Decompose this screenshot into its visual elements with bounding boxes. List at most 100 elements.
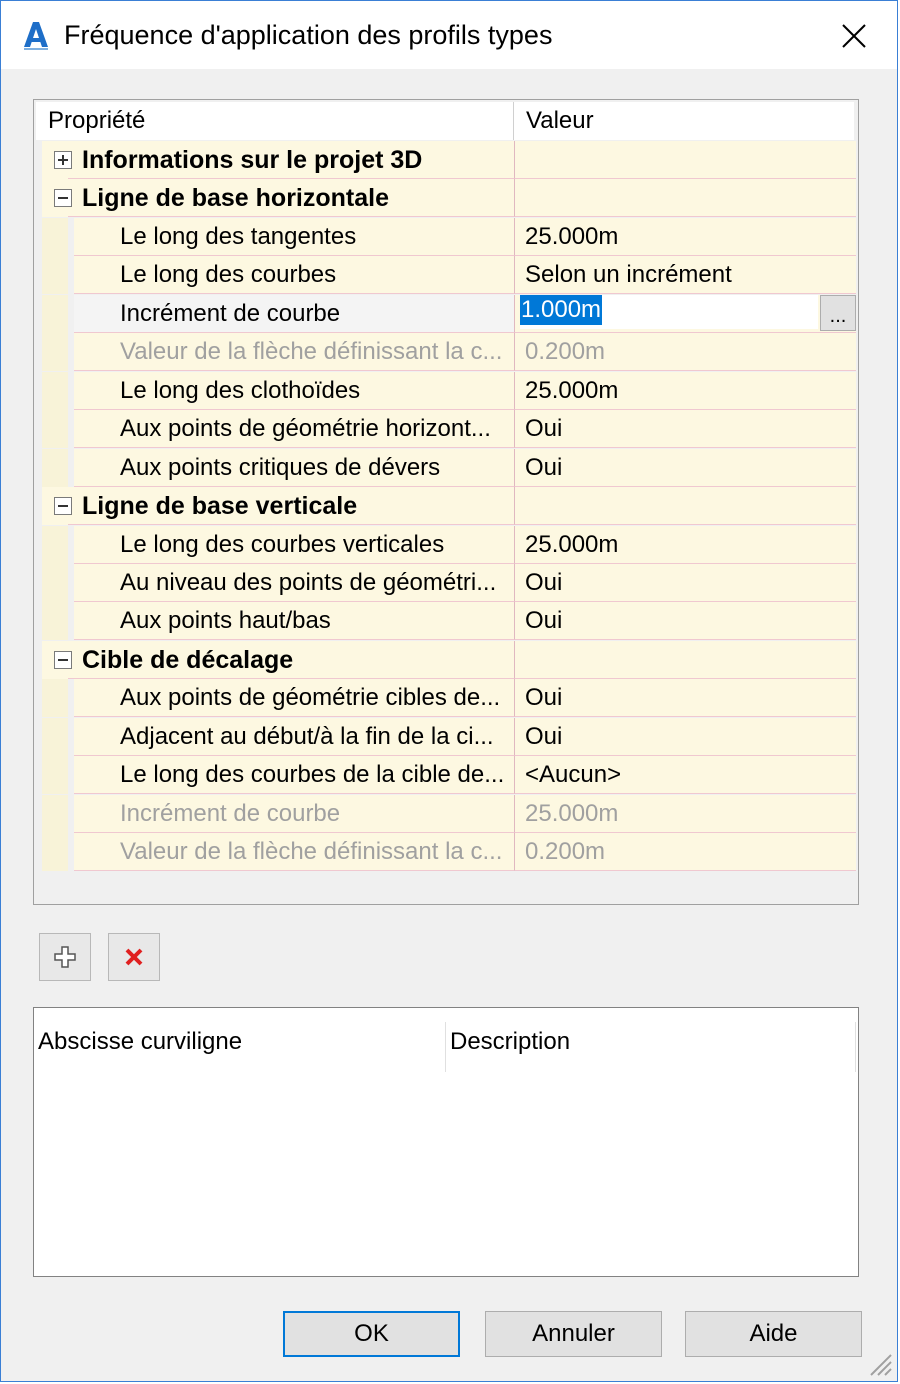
row-indent-margin <box>42 833 68 872</box>
property-label: Incrément de courbe <box>120 799 341 827</box>
row-indent-margin <box>42 371 68 410</box>
value-edit-field[interactable]: 1.000m <box>520 294 818 329</box>
selected-value-text: 1.000m <box>520 294 603 325</box>
column-header-description[interactable]: Description <box>448 1022 856 1072</box>
grid-property-row[interactable]: Au niveau des points de géométri... Oui <box>42 563 856 602</box>
grid-property-row[interactable]: Aux points haut/bas Oui <box>42 602 856 641</box>
row-indent-margin <box>42 333 68 372</box>
grid-category-row[interactable]: Informations sur le projet 3D <box>42 141 856 179</box>
property-label: Au niveau des points de géométri... <box>120 568 497 596</box>
dialog-title: Fréquence d'application des profils type… <box>64 20 553 50</box>
property-value: Oui <box>525 722 563 750</box>
value-cell[interactable] <box>514 448 856 487</box>
property-value: Oui <box>525 415 563 443</box>
property-label: Aux points critiques de dévers <box>120 453 441 481</box>
row-indent-margin <box>42 410 68 449</box>
close-button[interactable] <box>829 11 879 61</box>
column-header-station[interactable]: Abscisse curviligne <box>38 1022 446 1072</box>
property-label: Adjacent au début/à la fin de la ci... <box>120 722 494 750</box>
property-label: Le long des courbes <box>120 261 337 289</box>
grid-property-row[interactable]: Valeur de la flèche définissant la c... 0… <box>42 333 856 372</box>
grid-property-row[interactable]: Aux points de géométrie horizont... Oui <box>42 410 856 449</box>
row-indent-margin <box>42 294 68 333</box>
help-button[interactable]: Aide <box>685 1311 862 1357</box>
collapse-minus-icon[interactable] <box>54 650 72 669</box>
category-label: Ligne de base verticale <box>82 492 358 521</box>
grid-property-row[interactable]: Incrément de courbe 1.000m... <box>42 294 856 333</box>
cancel-button[interactable]: Annuler <box>485 1311 662 1357</box>
property-value: 25.000m <box>525 222 619 250</box>
value-cell[interactable] <box>514 487 856 526</box>
row-indent-margin <box>42 217 68 256</box>
grid-property-row[interactable]: Adjacent au début/à la fin de la ci... Ou… <box>42 717 856 756</box>
property-value: 25.000m <box>525 530 619 558</box>
delete-station-button[interactable] <box>108 933 160 981</box>
property-label: Aux points de géométrie cibles de... <box>120 684 501 712</box>
ellipsis-button[interactable]: ... <box>820 294 856 331</box>
property-value: 25.000m <box>525 799 619 827</box>
grid-property-row[interactable]: Le long des clothoïdes 25.000m <box>42 371 856 410</box>
dialog-window: Fréquence d'application des profils type… <box>0 0 898 1382</box>
property-label: Valeur de la flèche définissant la c... <box>120 338 503 366</box>
category-label: Cible de décalage <box>82 645 294 674</box>
title-bar: Fréquence d'application des profils type… <box>1 1 897 69</box>
add-station-button[interactable] <box>39 933 91 981</box>
value-cell[interactable] <box>514 410 856 449</box>
collapse-minus-icon[interactable] <box>54 497 72 516</box>
grid-property-row[interactable]: Incrément de courbe 25.000m <box>42 794 856 833</box>
property-label: Le long des clothoïdes <box>120 376 361 404</box>
value-cell[interactable] <box>514 679 856 718</box>
property-value: Oui <box>525 568 563 596</box>
row-indent-margin <box>42 794 68 833</box>
value-cell[interactable] <box>514 179 856 218</box>
value-cell[interactable] <box>514 563 856 602</box>
grid-category-row[interactable]: Ligne de base horizontale <box>42 179 856 218</box>
row-indent-margin <box>42 679 68 718</box>
property-value: 25.000m <box>525 376 619 404</box>
property-value: <Aucun> <box>525 761 622 789</box>
grid-property-row[interactable]: Le long des courbes verticales 25.000m <box>42 525 856 564</box>
property-value: Oui <box>525 684 563 712</box>
category-label: Ligne de base horizontale <box>82 184 389 213</box>
property-value: Selon un incrément <box>525 261 732 289</box>
station-list[interactable]: Abscisse curviligne Description <box>33 1007 859 1277</box>
property-value: 0.200m <box>525 338 606 366</box>
row-indent-margin <box>42 256 68 295</box>
grid-property-row[interactable]: Le long des courbes Selon un incrément <box>42 256 856 295</box>
property-label: Aux points haut/bas <box>120 607 331 635</box>
grid-property-row[interactable]: Le long des tangentes 25.000m <box>42 217 856 256</box>
category-label: Informations sur le projet 3D <box>82 146 423 174</box>
property-value: 0.200m <box>525 838 606 866</box>
column-header-value[interactable]: Valeur <box>514 102 854 140</box>
property-label: Le long des courbes de la cible de... <box>120 761 505 789</box>
value-cell[interactable] <box>514 640 856 679</box>
property-value: Oui <box>525 453 563 481</box>
resize-grip-icon[interactable] <box>865 1349 893 1377</box>
grid-property-row[interactable]: Valeur de la flèche définissant la c... 0… <box>42 833 856 872</box>
collapse-minus-icon[interactable] <box>54 189 72 208</box>
grid-property-row[interactable]: Le long des courbes de la cible de... <Au… <box>42 756 856 795</box>
ok-button[interactable]: OK <box>283 1311 460 1357</box>
grid-category-row[interactable]: Cible de décalage <box>42 640 856 679</box>
row-indent-margin <box>42 602 68 641</box>
grid-property-row[interactable]: Aux points de géométrie cibles de... Oui <box>42 679 856 718</box>
close-icon <box>842 24 866 48</box>
property-label: Le long des tangentes <box>120 222 357 250</box>
property-value: Oui <box>525 607 563 635</box>
row-indent-margin <box>42 563 68 602</box>
add-station-icon <box>54 946 76 968</box>
grid-property-row[interactable]: Aux points critiques de dévers Oui <box>42 448 856 487</box>
property-label: Valeur de la flèche définissant la c... <box>120 838 503 866</box>
row-indent-margin <box>42 717 68 756</box>
autocad-civil-a-icon <box>24 22 48 50</box>
column-header-property[interactable]: Propriété <box>36 102 514 140</box>
expand-plus-icon[interactable] <box>54 151 72 169</box>
delete-station-icon <box>125 948 143 966</box>
value-cell[interactable] <box>514 602 856 641</box>
row-indent-margin <box>42 448 68 487</box>
value-cell[interactable] <box>514 717 856 756</box>
property-label: Le long des courbes verticales <box>120 530 445 558</box>
grid-category-row[interactable]: Ligne de base verticale <box>42 487 856 526</box>
value-cell[interactable] <box>514 141 856 179</box>
row-indent-margin <box>42 525 68 564</box>
